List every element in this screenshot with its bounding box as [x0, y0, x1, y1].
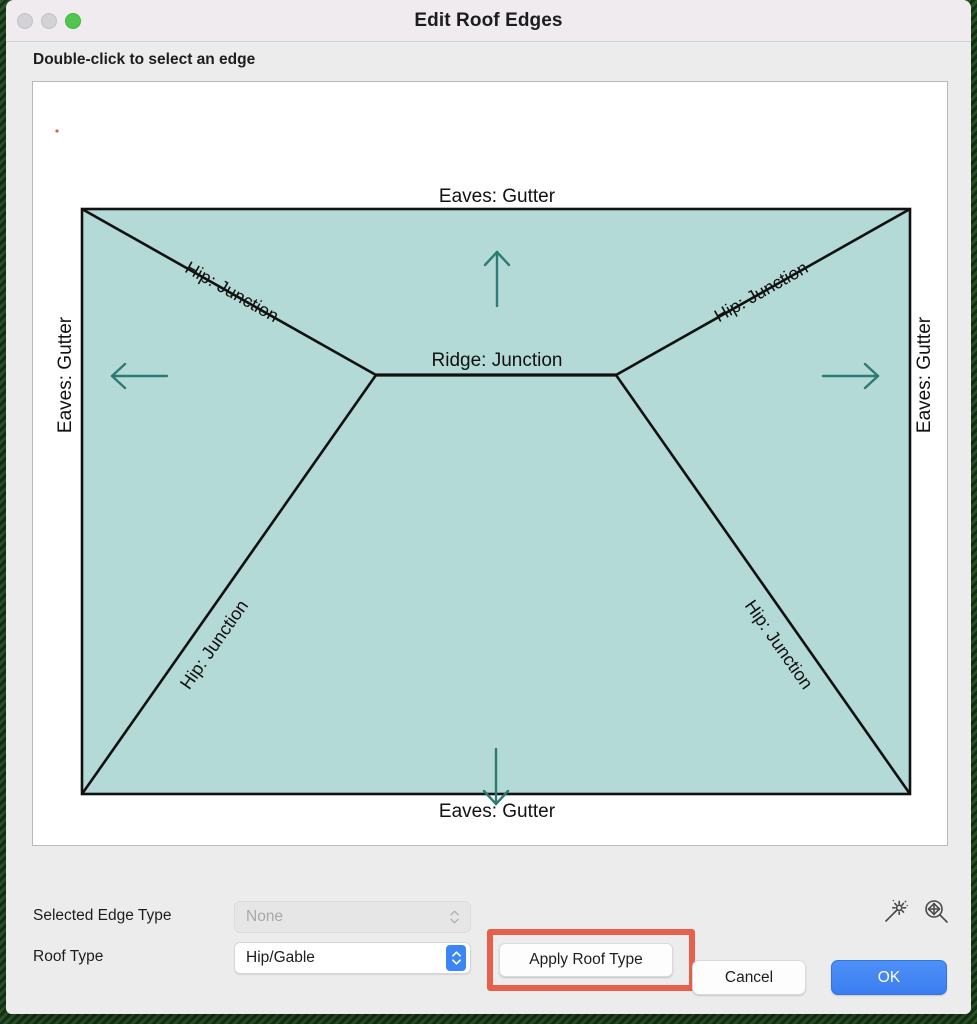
instruction-label: Double-click to select an edge — [33, 51, 256, 68]
label-eaves-bottom: Eaves: Gutter — [439, 801, 556, 822]
chevron-up-icon — [451, 951, 461, 957]
window-title: Edit Roof Edges — [414, 9, 563, 31]
chevron-up-icon — [450, 910, 459, 916]
apply-roof-type-button[interactable]: Apply Roof Type — [499, 943, 673, 977]
label-ridge: Ridge: Junction — [432, 350, 563, 371]
label-eaves-left: Eaves: Gutter — [55, 316, 76, 433]
stepper-up-down-icon[interactable] — [446, 945, 466, 971]
label-eaves-right: Eaves: Gutter — [914, 316, 935, 433]
close-button[interactable] — [17, 12, 33, 29]
edit-roof-edges-dialog: Edit Roof Edges Double-click to select a… — [6, 0, 971, 1014]
roof-type-value: Hip/Gable — [246, 949, 315, 966]
roof-diagram-svg: Eaves: Gutter Eaves: Gutter Eaves: Gutte… — [55, 129, 935, 822]
selected-edge-type-label: Selected Edge Type — [33, 907, 172, 924]
magic-wand-icon[interactable] — [883, 898, 909, 924]
minimize-button[interactable] — [41, 12, 57, 29]
tool-icon-group — [883, 898, 949, 924]
traffic-light-buttons — [17, 12, 81, 29]
selected-edge-type-value: None — [246, 908, 284, 925]
chevron-down-icon — [451, 959, 461, 965]
roof-type-label: Roof Type — [33, 948, 104, 965]
label-eaves-top: Eaves: Gutter — [439, 186, 556, 207]
canvas-marker-dot — [55, 129, 59, 133]
dialog-body: Double-click to select an edge Eaves: Gu… — [6, 42, 971, 1014]
zoom-button[interactable] — [65, 12, 81, 29]
roof-diagram-canvas[interactable]: Eaves: Gutter Eaves: Gutter Eaves: Gutte… — [32, 81, 948, 846]
stepper-up-down-icon[interactable] — [446, 905, 463, 929]
chevron-down-icon — [450, 918, 459, 924]
zoom-to-fit-icon[interactable] — [923, 898, 949, 924]
controls-area: Selected Edge Type None Roof Type Hip/Ga… — [6, 854, 971, 1014]
selected-edge-type-select[interactable]: None — [234, 901, 471, 933]
title-bar: Edit Roof Edges — [6, 0, 971, 42]
roof-type-select[interactable]: Hip/Gable — [234, 942, 471, 974]
ok-button[interactable]: OK — [831, 960, 947, 995]
cancel-button[interactable]: Cancel — [692, 960, 806, 995]
